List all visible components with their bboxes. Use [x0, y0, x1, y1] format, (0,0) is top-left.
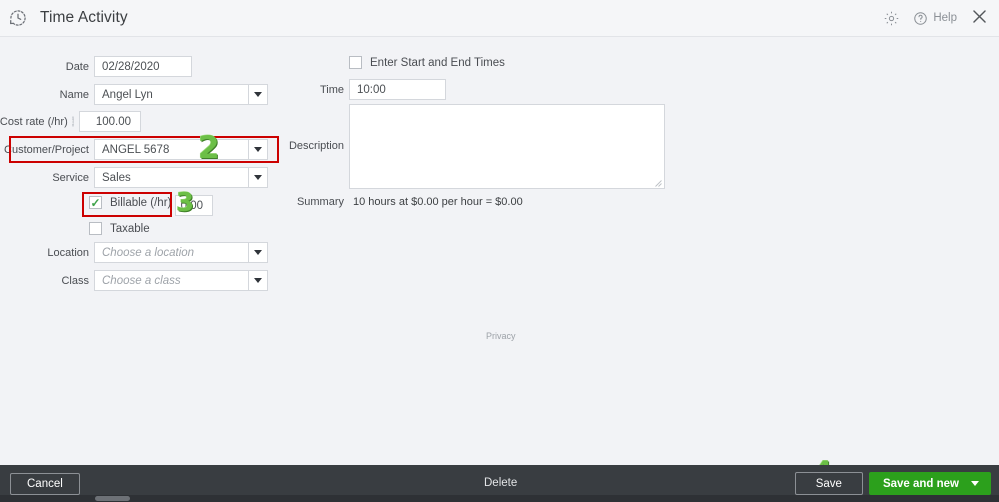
name-input[interactable]: Angel Lyn — [95, 85, 248, 104]
date-row: Date 02/28/2020 — [0, 56, 266, 77]
save-button[interactable]: Save — [794, 472, 863, 495]
location-input[interactable]: Choose a location — [95, 243, 248, 262]
date-label: Date — [65, 60, 89, 73]
chevron-down-icon[interactable] — [248, 271, 267, 290]
chevron-down-icon[interactable] — [971, 481, 979, 486]
page-title: Time Activity — [40, 9, 128, 26]
save-and-new-button[interactable]: Save and new — [868, 472, 991, 495]
enter-start-end-checkbox[interactable] — [349, 56, 362, 69]
name-row: Name Angel Lyn — [0, 84, 268, 105]
gear-icon[interactable] — [883, 10, 900, 27]
service-combobox[interactable]: Sales — [94, 167, 268, 188]
summary-label: Summary — [296, 196, 344, 208]
footer-save-group: Save Save and new — [794, 472, 991, 495]
modal-footer: Cancel Delete Save Save and new — [0, 465, 999, 502]
customer-project-input[interactable]: ANGEL 5678 — [95, 140, 248, 159]
delete-button[interactable]: Delete — [484, 477, 517, 489]
question-circle-icon — [913, 11, 928, 26]
modal-header: Time Activity Help — [0, 0, 999, 37]
taxable-checkbox[interactable] — [89, 222, 102, 235]
cancel-button[interactable]: Cancel — [10, 472, 80, 495]
time-label: Time — [319, 83, 344, 96]
date-input[interactable]: 02/28/2020 — [94, 56, 192, 77]
description-label: Description — [288, 140, 344, 152]
summary-text: 10 hours at $0.00 per hour = $0.00 — [353, 196, 523, 208]
billable-row: ✓ Billable (/hr) — [89, 196, 171, 209]
form-body: Date 02/28/2020 Name Angel Lyn Cost rate… — [0, 37, 999, 465]
time-input[interactable]: 10:00 — [349, 79, 446, 100]
time-activity-modal: Time Activity Help Date 02/28/2020 Name … — [0, 0, 999, 502]
customer-project-combobox[interactable]: ANGEL 5678 — [94, 139, 268, 160]
privacy-link[interactable]: Privacy — [486, 331, 516, 341]
billable-label: Billable (/hr) — [110, 196, 172, 209]
billable-rate-input[interactable]: 0.00 — [175, 195, 213, 216]
name-combobox[interactable]: Angel Lyn — [94, 84, 268, 105]
location-row: Location Choose a location — [0, 242, 268, 263]
class-label: Class — [61, 274, 89, 287]
close-icon[interactable] — [970, 7, 989, 30]
description-textarea[interactable] — [349, 104, 665, 189]
class-combobox[interactable]: Choose a class — [94, 270, 268, 291]
horizontal-scrollbar[interactable] — [0, 495, 999, 502]
service-row: Service Sales — [0, 167, 268, 188]
billable-checkbox[interactable]: ✓ — [89, 196, 102, 209]
cost-rate-row: Cost rate (/hr) i 100.00 — [0, 111, 141, 132]
info-icon[interactable]: i — [71, 116, 74, 127]
taxable-row: Taxable — [89, 222, 150, 235]
resize-handle-icon[interactable] — [654, 179, 662, 187]
enter-start-end-label: Enter Start and End Times — [370, 56, 505, 69]
customer-project-row: Customer/Project ANGEL 5678 — [0, 139, 268, 160]
name-label: Name — [59, 88, 89, 101]
taxable-label: Taxable — [110, 222, 150, 235]
service-label: Service — [52, 171, 89, 184]
location-label: Location — [47, 246, 89, 259]
summary-row: Summary 10 hours at $0.00 per hour = $0.… — [255, 196, 523, 208]
cost-rate-input[interactable]: 100.00 — [79, 111, 141, 132]
enter-start-end-row: Enter Start and End Times — [349, 56, 505, 69]
scrollbar-thumb[interactable] — [95, 496, 130, 501]
class-input[interactable]: Choose a class — [95, 271, 248, 290]
service-input[interactable]: Sales — [95, 168, 248, 187]
help-label: Help — [933, 12, 957, 24]
customer-project-label: Customer/Project — [4, 143, 89, 156]
time-history-icon — [5, 5, 31, 31]
header-actions: Help — [883, 7, 989, 30]
time-row: Time 10:00 — [255, 79, 446, 100]
chevron-down-icon[interactable] — [248, 168, 267, 187]
cost-rate-label: Cost rate (/hr) — [0, 115, 68, 128]
chevron-down-icon[interactable] — [248, 243, 267, 262]
class-row: Class Choose a class — [0, 270, 268, 291]
save-and-new-label: Save and new — [882, 477, 959, 490]
location-combobox[interactable]: Choose a location — [94, 242, 268, 263]
help-button[interactable]: Help — [913, 11, 957, 26]
